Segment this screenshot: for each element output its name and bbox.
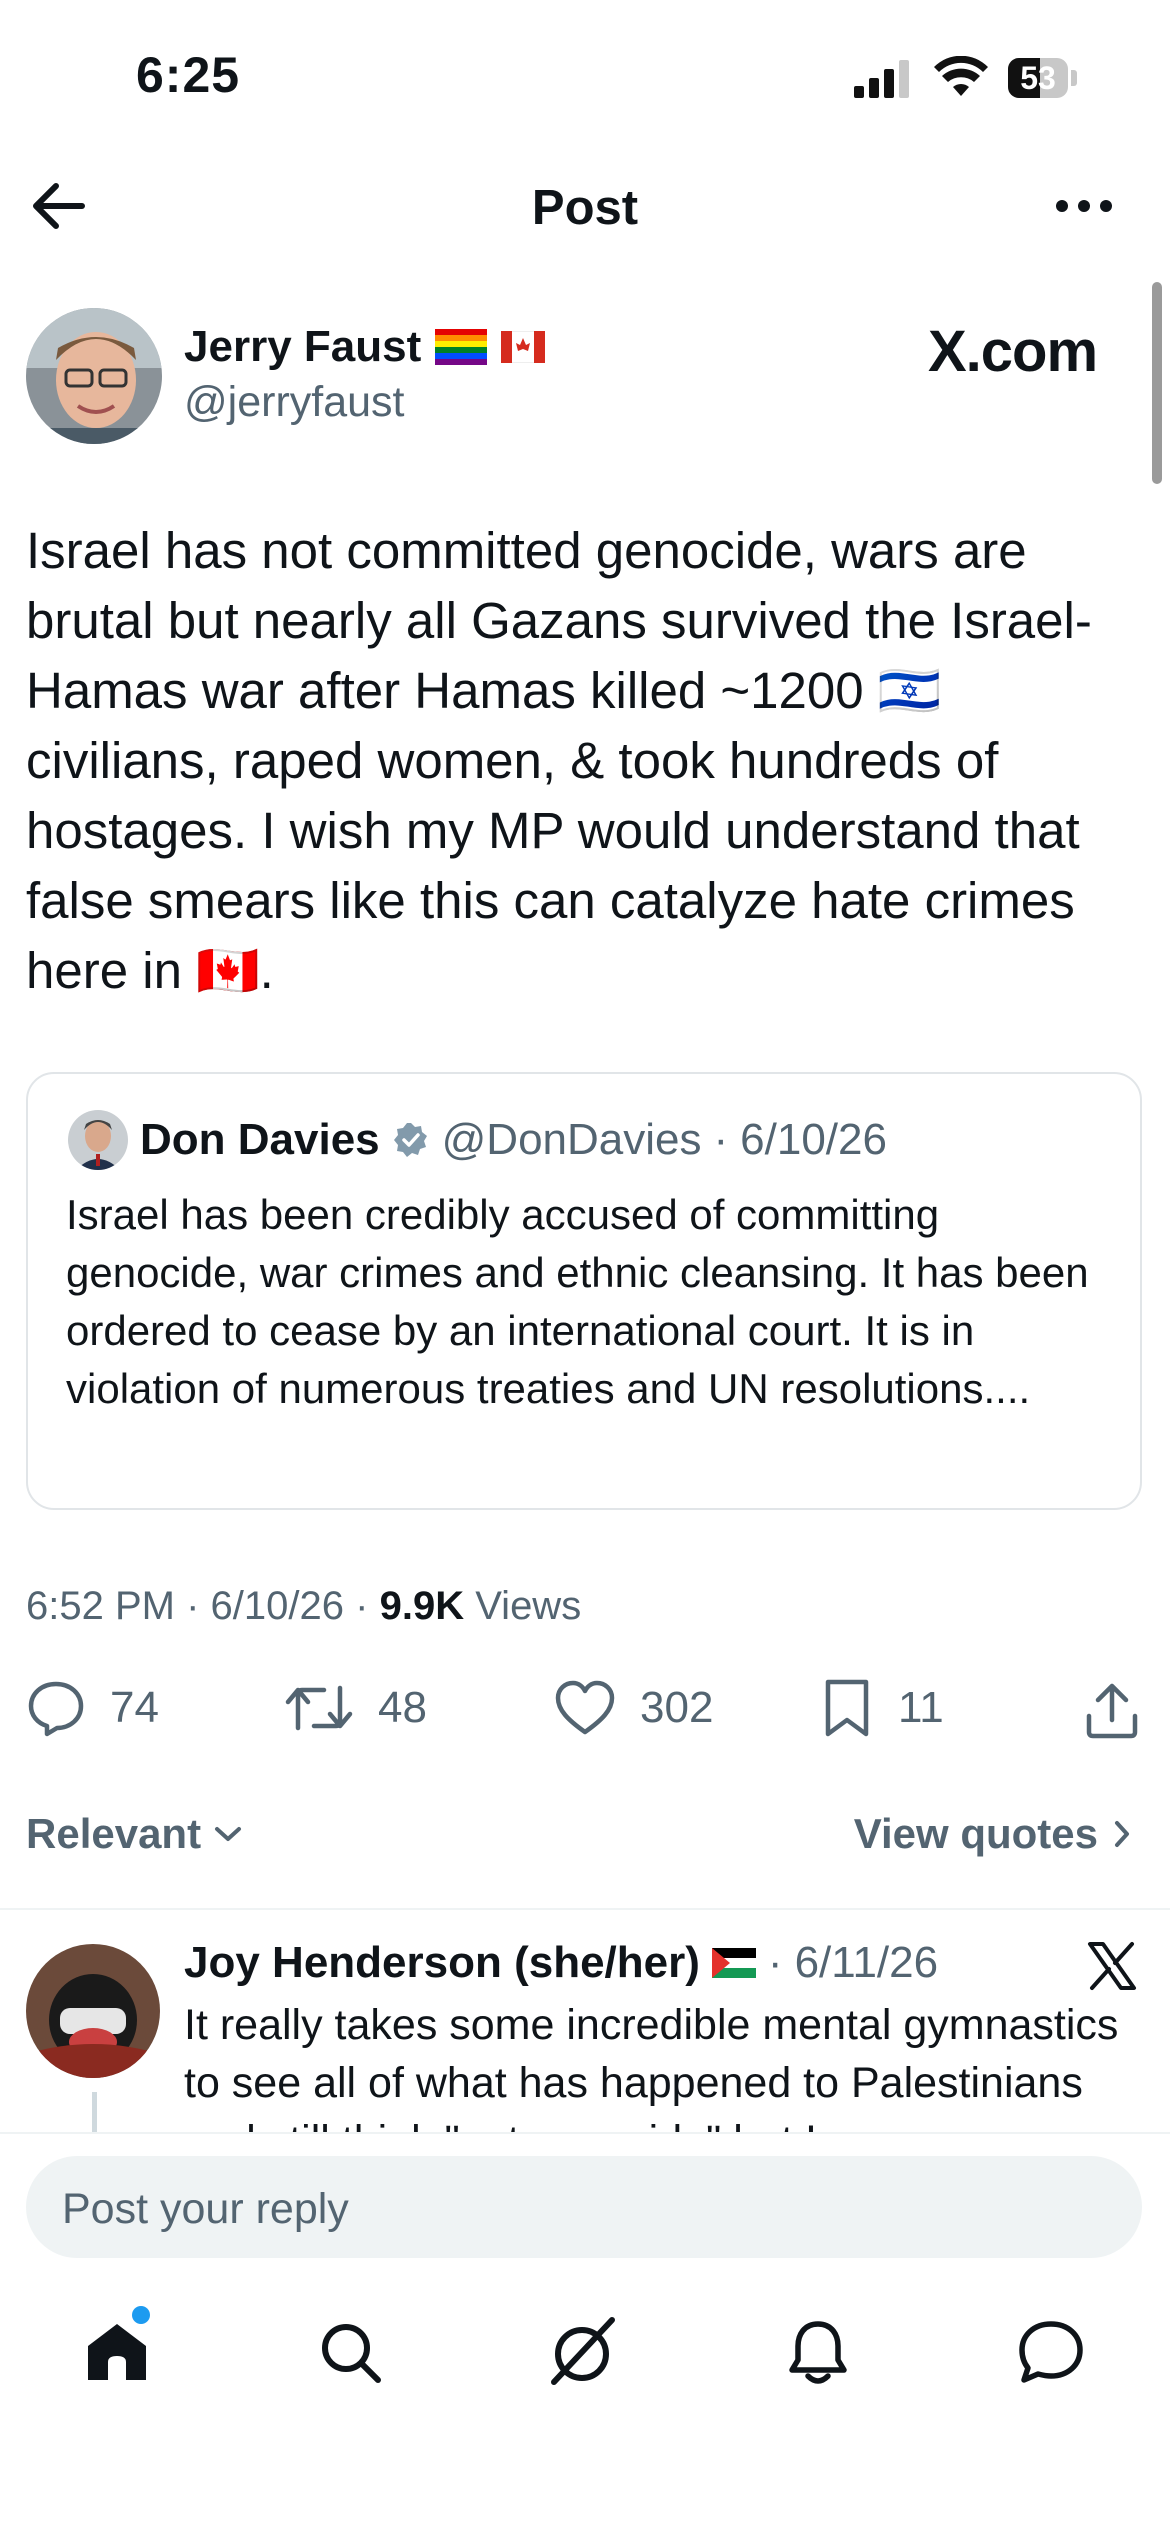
quoted-author-name: Don Davies xyxy=(140,1115,380,1164)
like-action[interactable]: 302 xyxy=(554,1678,713,1738)
sort-dropdown[interactable]: Relevant xyxy=(26,1810,243,1858)
chevron-down-icon xyxy=(213,1823,243,1845)
view-quotes-link[interactable]: View quotes xyxy=(854,1810,1132,1858)
quoted-author-handle: @DonDavies xyxy=(441,1115,702,1164)
share-icon[interactable] xyxy=(1084,1680,1140,1740)
repost-count: 48 xyxy=(378,1683,427,1732)
quoted-post-card[interactable]: Don Davies @DonDavies · 6/10/26 Israel h… xyxy=(26,1072,1142,1510)
post-time: 6:52 PM xyxy=(26,1584,175,1628)
bookmark-icon[interactable] xyxy=(820,1678,874,1738)
reply-separator: · xyxy=(767,1938,783,1987)
page-title: Post xyxy=(531,181,639,235)
like-count: 302 xyxy=(640,1683,714,1732)
signal-icon xyxy=(854,58,912,98)
reply-icon[interactable] xyxy=(26,1678,86,1738)
status-time: 6:25 xyxy=(136,47,241,103)
reply-action[interactable]: 74 xyxy=(26,1678,159,1738)
post-date: 6/10/26 xyxy=(210,1584,345,1628)
quoted-post-text: Israel has been credibly accused of comm… xyxy=(66,1191,1089,1412)
battery-level: 53 xyxy=(1020,60,1056,96)
battery-tip xyxy=(1071,70,1077,86)
post-text: Israel has not committed genocide, wars … xyxy=(26,522,1092,999)
home-notification-dot xyxy=(132,2306,150,2324)
search-icon[interactable] xyxy=(318,2320,384,2386)
view-quotes-label: View quotes xyxy=(853,1810,1098,1857)
wifi-icon xyxy=(934,56,988,98)
grok-icon[interactable] xyxy=(546,2314,620,2388)
repost-icon[interactable] xyxy=(284,1678,354,1738)
reply-author-avatar[interactable] xyxy=(26,1944,160,2078)
rainbow-flag-icon xyxy=(435,329,488,365)
palestine-flag-icon xyxy=(711,1948,756,1978)
verified-icon xyxy=(392,1121,430,1159)
quoted-post-header: Don Davies @DonDavies · 6/10/26 xyxy=(68,1110,887,1170)
home-icon[interactable] xyxy=(82,2320,152,2384)
chevron-right-icon xyxy=(1112,1819,1132,1849)
source-logo: X.com xyxy=(928,319,1098,384)
thread-line xyxy=(92,2092,97,2132)
reply-count: 74 xyxy=(110,1683,159,1732)
like-icon[interactable] xyxy=(554,1678,616,1738)
author-handle[interactable]: @jerryfaust xyxy=(184,378,404,427)
quoted-separator: · xyxy=(713,1115,729,1164)
reply-author-name[interactable]: Joy Henderson (she/her) xyxy=(184,1938,700,1988)
scrollbar[interactable] xyxy=(1152,282,1162,484)
views-count: 9.9K xyxy=(379,1584,465,1628)
x-logo-icon xyxy=(1086,1940,1138,1992)
bookmark-count: 11 xyxy=(898,1683,944,1732)
sort-label: Relevant xyxy=(26,1810,202,1857)
post-meta: 6:52 PM · 6/10/26 · 9.9K Views xyxy=(26,1584,581,1629)
reply-header: Joy Henderson (she/her) · 6/11/26 xyxy=(184,1938,938,1988)
meta-separator: · xyxy=(355,1584,369,1628)
quoted-author-avatar xyxy=(68,1110,128,1170)
quoted-date: 6/10/26 xyxy=(740,1115,887,1164)
canada-flag-icon xyxy=(501,331,546,363)
notifications-icon[interactable] xyxy=(786,2318,850,2388)
author-name[interactable]: Jerry Faust xyxy=(184,322,421,372)
bookmark-action[interactable]: 11 xyxy=(820,1678,944,1738)
author-avatar[interactable] xyxy=(26,308,162,444)
repost-action[interactable]: 48 xyxy=(284,1678,427,1738)
battery-indicator: 53 xyxy=(1008,58,1068,98)
reply-date: 6/11/26 xyxy=(794,1938,939,1987)
messages-icon[interactable] xyxy=(1016,2318,1086,2386)
views-label[interactable]: Views xyxy=(475,1584,581,1628)
author-name-row: Jerry Faust xyxy=(184,322,546,372)
reply-input-placeholder: Post your reply xyxy=(62,2185,349,2233)
section-divider xyxy=(0,1908,1170,1910)
more-icon[interactable] xyxy=(1054,198,1114,214)
meta-separator: · xyxy=(186,1584,200,1628)
